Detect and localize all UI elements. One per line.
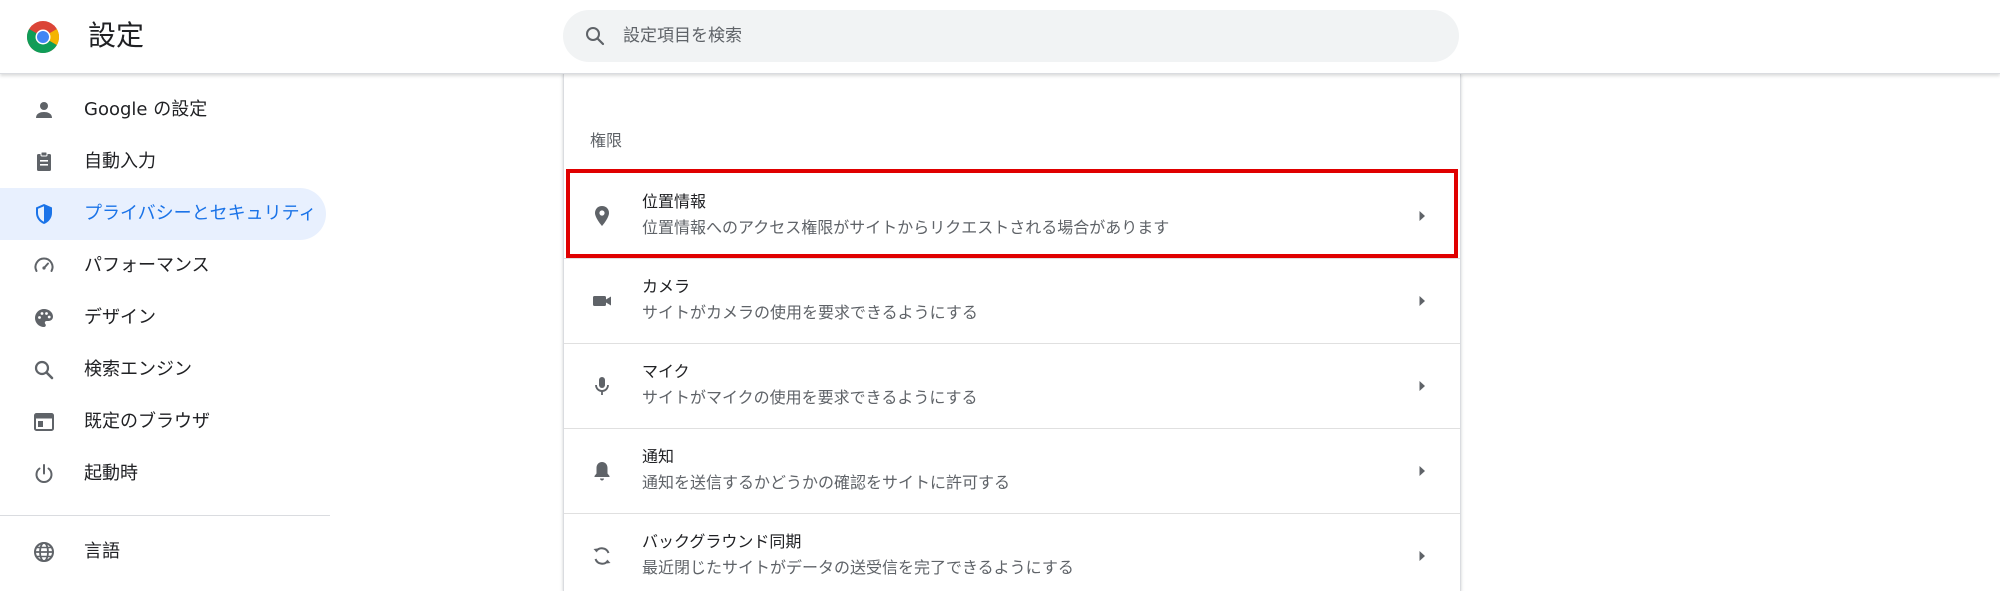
sidebar-item-autofill[interactable]: 自動入力 <box>0 136 326 188</box>
sync-icon <box>593 547 611 565</box>
permission-row-microphone[interactable]: マイク サイトがマイクの使用を要求できるようにする <box>564 344 1460 429</box>
sidebar-item-appearance[interactable]: デザイン <box>0 292 326 344</box>
sidebar-item-label: 起動時 <box>84 463 138 484</box>
page-title: 設定 <box>88 19 145 52</box>
arrow-right-icon <box>1419 551 1425 561</box>
sidebar-item-label: 自動入力 <box>84 151 156 172</box>
browser-window-icon <box>34 413 54 431</box>
bell-icon <box>594 462 610 481</box>
search-icon <box>34 360 54 380</box>
permissions-card: 権限 位置情報 位置情報へのアクセス権限がサイトからリクエストされる場合がありま… <box>563 73 1461 591</box>
permission-row-background-sync[interactable]: バックグラウンド同期 最近閉じたサイトがデータの送受信を完了できるようにする <box>564 514 1460 591</box>
sidebar-item-on-startup[interactable]: 起動時 <box>0 448 326 500</box>
sidebar-item-search-engine[interactable]: 検索エンジン <box>0 344 326 396</box>
power-icon <box>35 464 53 483</box>
shield-icon <box>36 204 52 224</box>
settings-page: 設定 設定項目を検索 Google の設定 自動入力 プライバシーとセキュリティ… <box>0 0 2000 591</box>
clipboard-icon <box>37 151 51 171</box>
person-icon <box>36 102 52 118</box>
palette-icon <box>35 309 53 327</box>
search-icon <box>586 27 605 46</box>
arrow-right-icon <box>1419 296 1425 306</box>
sidebar-divider <box>0 515 330 516</box>
sidebar-item-languages[interactable]: 言語 <box>0 526 326 578</box>
row-subtitle: 通知を送信するかどうかの確認をサイトに許可する <box>642 473 1011 492</box>
row-subtitle: サイトがマイクの使用を要求できるようにする <box>642 388 978 407</box>
section-title-permissions: 権限 <box>590 131 623 150</box>
permission-row-notifications[interactable]: 通知 通知を送信するかどうかの確認をサイトに許可する <box>564 429 1460 514</box>
sidebar-item-google-settings[interactable]: Google の設定 <box>0 84 326 136</box>
sidebar-item-default-browser[interactable]: 既定のブラウザ <box>0 396 326 448</box>
row-subtitle: サイトがカメラの使用を要求できるようにする <box>642 303 978 322</box>
arrow-right-icon <box>1419 466 1425 476</box>
row-title: 位置情報 <box>642 192 707 211</box>
sidebar-item-performance[interactable]: パフォーマンス <box>0 240 326 292</box>
sidebar-item-label: 検索エンジン <box>84 359 192 380</box>
permission-row-location[interactable]: 位置情報 位置情報へのアクセス権限がサイトからリクエストされる場合があります <box>564 174 1460 259</box>
row-title: 通知 <box>642 447 675 466</box>
speedometer-icon <box>34 257 54 272</box>
row-title: マイク <box>642 362 690 381</box>
sidebar-item-label: デザイン <box>84 307 156 328</box>
search-input[interactable]: 設定項目を検索 <box>623 10 742 62</box>
sidebar-item-label: 既定のブラウザ <box>84 411 210 432</box>
chrome-logo-icon <box>26 21 60 54</box>
row-subtitle: 最近閉じたサイトがデータの送受信を完了できるようにする <box>642 558 1074 577</box>
location-pin-icon <box>595 206 609 226</box>
sidebar-item-label: Google の設定 <box>84 99 208 120</box>
microphone-icon <box>595 377 609 395</box>
row-title: バックグラウンド同期 <box>642 532 802 551</box>
row-subtitle: 位置情報へのアクセス権限がサイトからリクエストされる場合があります <box>642 218 1170 237</box>
permission-row-camera[interactable]: カメラ サイトがカメラの使用を要求できるようにする <box>564 259 1460 344</box>
sidebar-item-label: パフォーマンス <box>84 255 210 276</box>
sidebar: Google の設定 自動入力 プライバシーとセキュリティ パフォーマンス デザ… <box>0 84 330 591</box>
sidebar-item-label: 言語 <box>84 541 120 562</box>
arrow-right-icon <box>1419 381 1425 391</box>
header-toolbar: 設定 設定項目を検索 <box>0 0 2000 74</box>
globe-icon <box>34 542 54 562</box>
arrow-right-icon <box>1419 211 1425 221</box>
sidebar-item-privacy-security[interactable]: プライバシーとセキュリティ <box>0 188 326 240</box>
row-title: カメラ <box>642 277 691 296</box>
search-box[interactable]: 設定項目を検索 <box>563 10 1459 62</box>
sidebar-item-label: プライバシーとセキュリティ <box>84 203 317 224</box>
camera-icon <box>593 296 611 306</box>
